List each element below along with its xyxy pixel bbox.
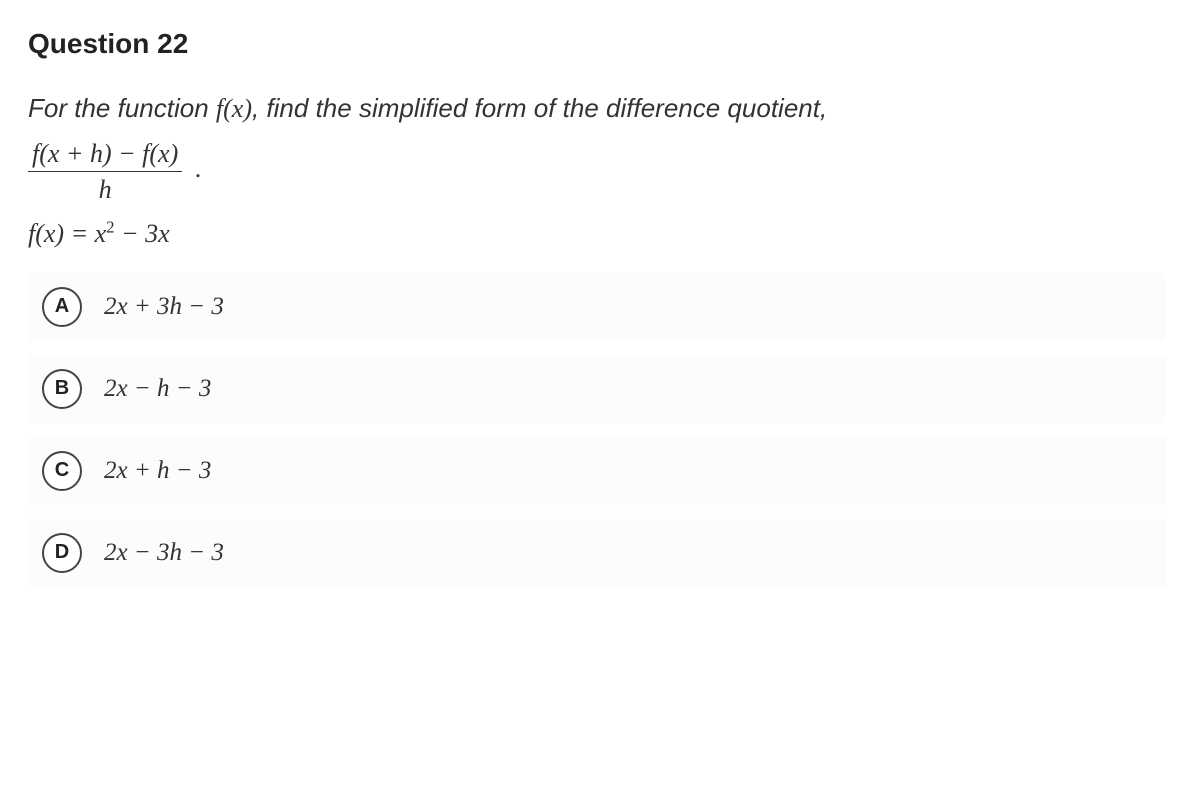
option-text-d: 2x − 3h − 3 [104,539,224,567]
option-a[interactable]: A 2x + 3h − 3 [28,273,1166,341]
fraction-denominator: h [28,171,182,205]
func-rhs-tail: − 3x [115,219,170,248]
fraction-numerator: f(x + h) − f(x) [28,138,182,171]
func-rhs-exp: 2 [106,217,114,236]
option-letter-b: B [42,369,82,409]
question-number: Question 22 [28,28,1166,60]
prompt-lead: For the function [28,93,216,123]
fraction: f(x + h) − f(x) h [28,138,182,205]
option-letter-d: D [42,533,82,573]
question-prompt: For the function f(x), find the simplifi… [28,88,1166,130]
answer-options: A 2x + 3h − 3 B 2x − h − 3 C 2x + h − 3 … [28,273,1166,587]
option-text-a: 2x + 3h − 3 [104,293,224,321]
option-letter-c: C [42,451,82,491]
prompt-func: f(x) [216,94,252,123]
period: . [195,154,202,183]
prompt-mid: , find the simplified form of the differ… [252,93,827,123]
option-c[interactable]: C 2x + h − 3 [28,437,1166,505]
func-lhs: f(x) = [28,219,95,248]
option-b[interactable]: B 2x − h − 3 [28,355,1166,423]
option-letter-a: A [42,287,82,327]
option-text-c: 2x + h − 3 [104,457,211,485]
function-definition: f(x) = x2 − 3x [28,219,1166,249]
option-d[interactable]: D 2x − 3h − 3 [28,519,1166,587]
option-text-b: 2x − h − 3 [104,375,211,403]
difference-quotient: f(x + h) − f(x) h . [28,138,1166,205]
func-rhs-x: x [95,219,107,248]
